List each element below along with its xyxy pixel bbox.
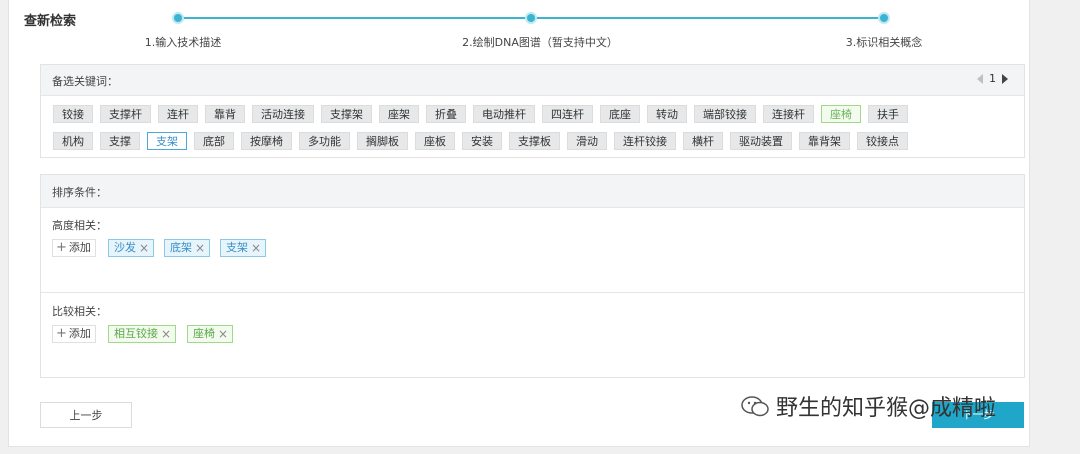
keyword-pager: 1 xyxy=(977,72,1008,85)
page-title: 查新检索 xyxy=(24,14,77,29)
step-1-label: 1.输入技术描述 xyxy=(144,36,222,49)
step-3-dot[interactable] xyxy=(878,12,890,24)
keyword-tag[interactable]: 搁脚板 xyxy=(357,132,408,150)
prev-page-icon[interactable] xyxy=(977,73,983,84)
compare-tag-2-label: 座椅 xyxy=(193,327,215,340)
next-page-icon[interactable] xyxy=(1002,73,1008,84)
keyword-row-1: 铰接 支撑杆 连杆 靠背 活动连接 支撑架 座架 折叠 电动推杆 四连杆 底座 转动 端部铰接 连接杆 座椅… xyxy=(53,105,908,123)
close-icon[interactable]: × xyxy=(139,240,149,256)
step-2-label: 2.绘制DNA图谱（暂支持中文） xyxy=(462,36,618,49)
group-divider xyxy=(41,292,1024,293)
plus-icon: + xyxy=(56,240,67,255)
keyword-tag[interactable]: 铰接 xyxy=(53,105,93,123)
watermark-text: 野生的知乎猴@成精啦 xyxy=(776,396,997,421)
height-tag-2[interactable]: 底架 × xyxy=(164,239,211,257)
keyword-tag[interactable]: 四连杆 xyxy=(542,105,593,123)
page-number: 1 xyxy=(989,72,996,85)
keyword-tag[interactable]: 靠背 xyxy=(205,105,245,123)
keyword-tag[interactable]: 折叠 xyxy=(426,105,466,123)
keyword-tag[interactable]: 连接杆 xyxy=(763,105,814,123)
height-tag-3[interactable]: 支架 × xyxy=(220,239,267,257)
sort-conditions-header: 排序条件： xyxy=(41,175,1024,208)
keyword-tag[interactable]: 座板 xyxy=(415,132,455,150)
sort-conditions-title: 排序条件： xyxy=(52,186,107,199)
keyword-tag[interactable]: 安装 xyxy=(462,132,502,150)
keyword-tag[interactable]: 底座 xyxy=(600,105,640,123)
close-icon[interactable]: × xyxy=(195,240,205,256)
keyword-tag[interactable]: 活动连接 xyxy=(252,105,314,123)
keyword-tag[interactable]: 支撑杆 xyxy=(100,105,151,123)
keyword-tag[interactable]: 连杆 xyxy=(158,105,198,123)
prev-step-button[interactable]: 上一步 xyxy=(40,402,132,428)
keyword-tag[interactable]: 连杆铰接 xyxy=(614,132,676,150)
keyword-tag[interactable]: 按摩椅 xyxy=(241,132,292,150)
step-2-dot[interactable] xyxy=(525,12,537,24)
height-tag-1-label: 沙发 xyxy=(114,241,136,254)
keyword-tag[interactable]: 铰接点 xyxy=(857,132,908,150)
compare-tag-1[interactable]: 相互铰接 × xyxy=(108,325,177,343)
keyword-tag[interactable]: 支撑板 xyxy=(509,132,560,150)
keyword-tag[interactable]: 支架 xyxy=(147,132,187,150)
height-group-label: 高度相关： xyxy=(52,219,107,232)
sort-conditions-panel: 排序条件： 高度相关： + 添加 沙发 × 底架 × 支架 × 比较相关： + … xyxy=(40,174,1025,378)
watermark: 野生的知乎猴@成精啦 xyxy=(740,390,996,422)
height-add-button[interactable]: + 添加 xyxy=(52,239,96,257)
candidate-keywords-title: 备选关键词： xyxy=(52,75,118,88)
keyword-tag[interactable]: 机构 xyxy=(53,132,93,150)
candidate-keywords-panel: 备选关键词： 1 铰接 支撑杆 连杆 靠背 活动连接 支撑架 座架 折叠 电动推杆 四连杆 底座 转动… xyxy=(40,64,1025,158)
keyword-row-2: 机构 支撑 支架 底部 按摩椅 多功能 搁脚板 座板 安装 支撑板 滑动 连杆铰接 横杆 驱动装置 靠背架铰… xyxy=(53,132,908,150)
close-icon[interactable]: × xyxy=(161,326,171,342)
compare-tag-2[interactable]: 座椅 × xyxy=(187,325,234,343)
keyword-tag[interactable]: 底部 xyxy=(194,132,234,150)
height-add-label: 添加 xyxy=(68,241,91,254)
compare-add-label: 添加 xyxy=(68,327,91,340)
height-tag-2-label: 底架 xyxy=(170,241,192,254)
close-icon[interactable]: × xyxy=(218,326,228,342)
keyword-tag[interactable]: 多功能 xyxy=(299,132,350,150)
keyword-tag[interactable]: 支撑架 xyxy=(321,105,372,123)
compare-group-label: 比较相关： xyxy=(52,305,107,318)
keyword-tag[interactable]: 端部铰接 xyxy=(694,105,756,123)
compare-tag-1-label: 相互铰接 xyxy=(114,327,158,340)
plus-icon: + xyxy=(56,326,67,341)
keyword-tag[interactable]: 电动推杆 xyxy=(473,105,535,123)
compare-add-button[interactable]: + 添加 xyxy=(52,325,96,343)
keyword-tag[interactable]: 驱动装置 xyxy=(730,132,792,150)
keyword-tag[interactable]: 横杆 xyxy=(683,132,723,150)
keyword-tag[interactable]: 支撑 xyxy=(100,132,140,150)
height-tag-3-label: 支架 xyxy=(226,241,248,254)
keyword-tag[interactable]: 转动 xyxy=(647,105,687,123)
step-1-dot[interactable] xyxy=(172,12,184,24)
keyword-tag[interactable]: 靠背架 xyxy=(799,132,850,150)
close-icon[interactable]: × xyxy=(251,240,261,256)
keyword-tag[interactable]: 座椅 xyxy=(821,105,861,123)
height-tag-1[interactable]: 沙发 × xyxy=(108,239,155,257)
step-3-label: 3.标识相关概念 xyxy=(845,36,923,49)
keyword-tag[interactable]: 座架 xyxy=(379,105,419,123)
keyword-tag[interactable]: 滑动 xyxy=(567,132,607,150)
keyword-tag[interactable]: 扶手 xyxy=(868,105,908,123)
candidate-keywords-header: 备选关键词： 1 xyxy=(41,65,1024,96)
wechat-icon xyxy=(741,396,769,417)
